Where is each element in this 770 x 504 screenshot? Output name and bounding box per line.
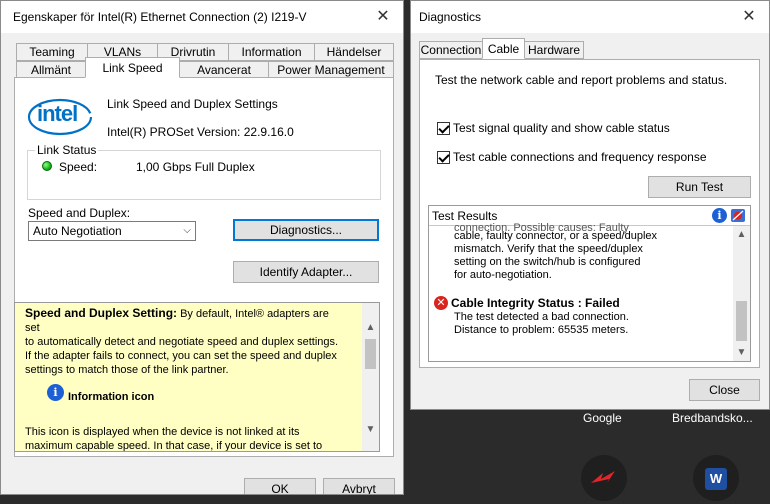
diagnostics-close-icon[interactable]: ✕ <box>735 5 763 29</box>
app-label-bredband[interactable]: Bredbandsko... <box>672 411 753 425</box>
info-heading: Information icon <box>68 391 155 403</box>
badge-w: W <box>705 468 727 490</box>
tab-hardware[interactable]: Hardware <box>524 41 584 59</box>
proset-version: Intel(R) PROSet Version: 22.9.16.0 <box>107 125 294 139</box>
close-icon[interactable]: ✕ <box>369 5 397 29</box>
option-signal-quality-label[interactable]: Test signal quality and show cable statu… <box>453 121 670 135</box>
failed-line-2: Distance to problem: 65535 meters. <box>454 324 629 336</box>
help-line-3: If the adapter fails to connect, you can… <box>25 350 337 362</box>
help-para-1: Speed and Duplex Setting: By default, In… <box>25 306 340 377</box>
page-title: Link Speed and Duplex Settings <box>107 97 278 111</box>
info-icon: i <box>47 384 64 401</box>
test-results-box: Test Results i connection. Possible caus… <box>428 205 751 362</box>
intel-logo-text: intel <box>37 101 78 126</box>
run-test-button[interactable]: Run Test <box>648 176 751 198</box>
tab-link-speed[interactable]: Link Speed <box>85 57 180 78</box>
results-line-5: for auto-negotiation. <box>454 269 552 281</box>
scroll-thumb[interactable] <box>365 339 376 369</box>
properties-titlebar: Egenskaper för Intel(R) Ethernet Connect… <box>1 1 403 33</box>
scroll-up-icon[interactable]: ▲ <box>362 319 379 336</box>
speed-label: Speed: <box>59 160 98 174</box>
window-title: Egenskaper för Intel(R) Ethernet Connect… <box>13 10 307 24</box>
failed-line-1: The test detected a bad connection. <box>454 311 629 323</box>
help-scrollbar[interactable]: ▲ ▼ <box>362 303 379 451</box>
speed-duplex-label: Speed and Duplex: <box>28 206 131 220</box>
tab-cable[interactable]: Cable <box>482 38 525 59</box>
intel-logo: intel <box>27 95 93 137</box>
cable-description: Test the network cable and report proble… <box>435 73 728 87</box>
results-line-2: cable, faulty connector, or a speed/dupl… <box>454 230 658 242</box>
results-scroll-up-icon[interactable]: ▲ <box>733 226 750 243</box>
speed-duplex-select[interactable]: Auto Negotiation ⌵ <box>28 221 196 241</box>
tab-teaming[interactable]: Teaming <box>16 43 88 61</box>
help-para-2: This icon is displayed when the device i… <box>25 425 340 452</box>
results-line-3: mismatch. Verify that the speed/duplex <box>454 243 643 255</box>
checkbox-cable-connections[interactable] <box>437 151 450 164</box>
help-bold-lead: Speed and Duplex Setting: <box>25 306 178 320</box>
help-line-5: This icon is displayed when the device i… <box>25 426 300 438</box>
results-scrollbar[interactable]: ▲ ▼ <box>733 226 750 361</box>
app-icon-w[interactable]: W <box>693 455 739 501</box>
chevron-down-icon: ⌵ <box>183 225 191 236</box>
help-line-2: to automatically detect and negotiate sp… <box>25 336 339 348</box>
diagnostics-title: Diagnostics <box>419 10 482 24</box>
checkbox-signal-quality[interactable] <box>437 122 450 135</box>
cable-integrity-status: Cable Integrity Status : Failed <box>451 296 620 310</box>
help-box: Speed and Duplex Setting: By default, In… <box>14 302 380 452</box>
cancel-button[interactable]: Avbryt <box>323 478 395 494</box>
identify-adapter-button[interactable]: Identify Adapter... <box>233 261 379 283</box>
diagnostics-titlebar: Diagnostics ✕ <box>411 1 769 33</box>
rog-app-icon[interactable] <box>581 455 627 501</box>
link-status-icon <box>42 161 52 171</box>
results-scroll-down-icon[interactable]: ▼ <box>733 344 750 361</box>
diagnostics-button[interactable]: Diagnostics... <box>233 219 379 241</box>
results-help-icon[interactable] <box>730 208 746 223</box>
properties-window: Egenskaper för Intel(R) Ethernet Connect… <box>0 0 404 495</box>
results-info-icon[interactable]: i <box>712 208 727 223</box>
speed-value: 1,00 Gbps Full Duplex <box>136 160 255 174</box>
tab-handelser[interactable]: Händelser <box>314 43 394 61</box>
close-button[interactable]: Close <box>689 379 760 401</box>
app-label-google[interactable]: Google <box>583 411 622 425</box>
help-line-6: maximum capable speed. In that case, if … <box>25 440 323 452</box>
ok-button[interactable]: OK <box>244 478 316 494</box>
tab-information[interactable]: Information <box>228 43 315 61</box>
diagnostics-window: Diagnostics ✕ Connection Cable Hardware … <box>410 0 770 410</box>
results-scroll-thumb[interactable] <box>736 301 747 341</box>
tab-connection[interactable]: Connection <box>419 41 483 59</box>
speed-duplex-value: Auto Negotiation <box>33 224 122 238</box>
option-cable-connections-label[interactable]: Test cable connections and frequency res… <box>453 150 707 164</box>
results-line-4: setting on the switch/hub is configured <box>454 256 641 268</box>
test-results-label: Test Results <box>432 209 498 223</box>
scroll-down-icon[interactable]: ▼ <box>362 421 379 438</box>
link-status-legend: Link Status <box>35 143 99 157</box>
link-status-group <box>27 150 381 200</box>
error-icon: ✕ <box>434 296 448 310</box>
help-line-4: settings to match those of the link part… <box>25 364 229 376</box>
